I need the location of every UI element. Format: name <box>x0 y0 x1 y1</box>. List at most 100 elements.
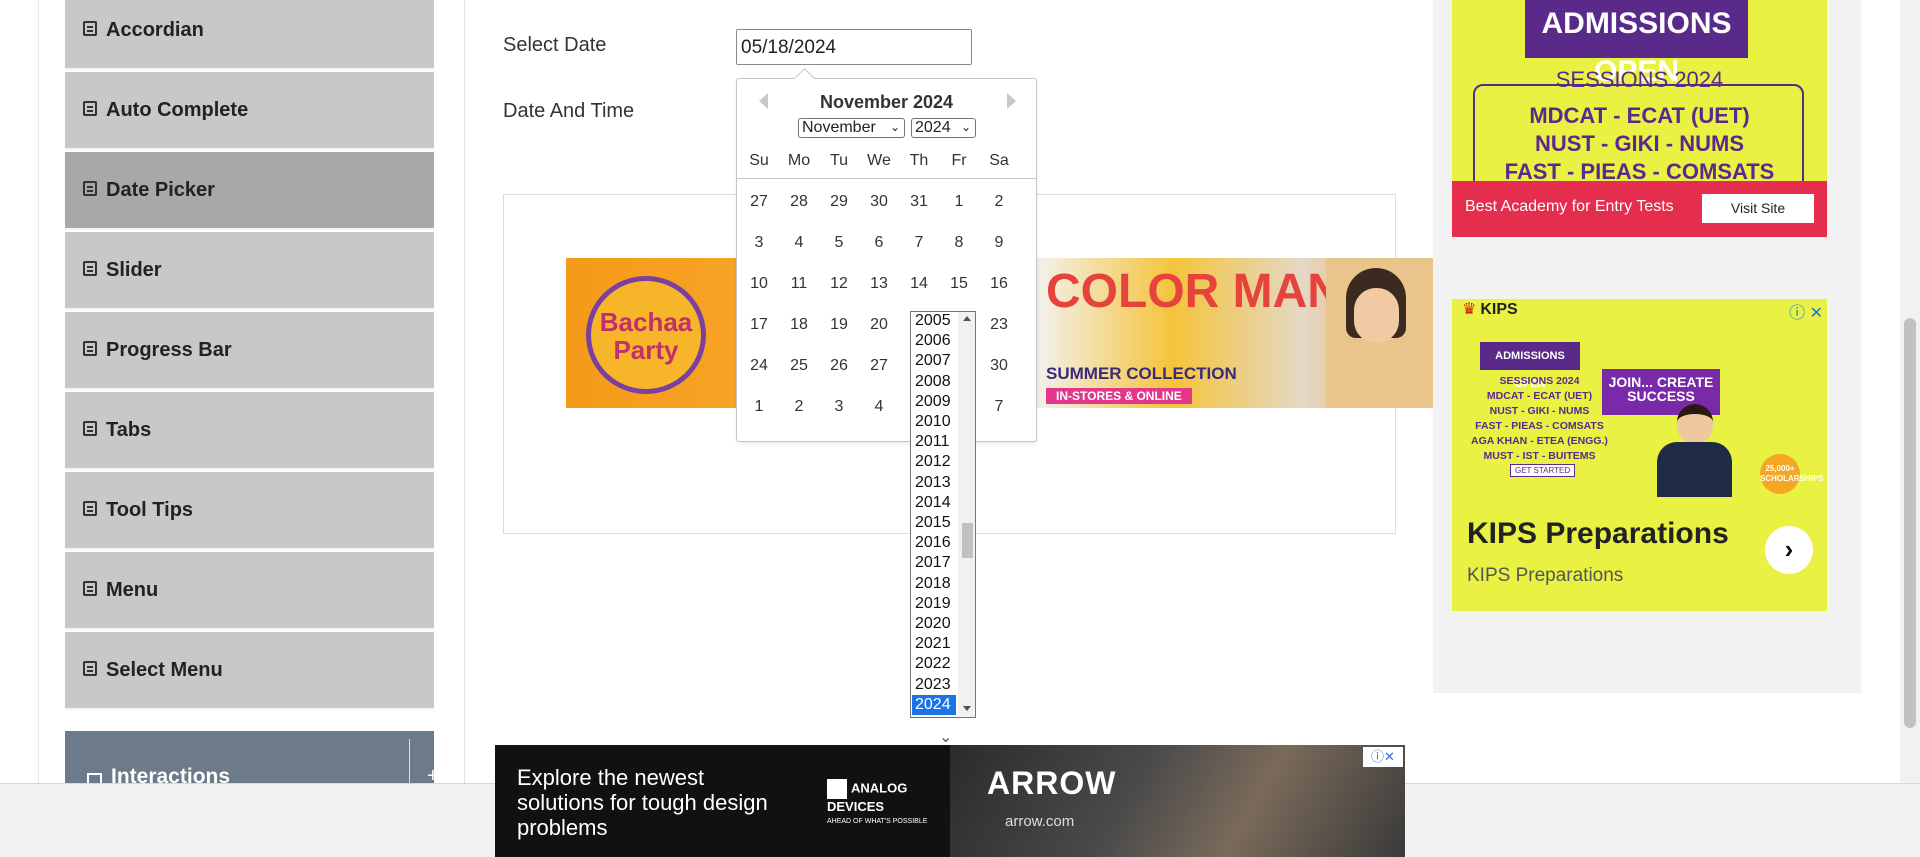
calendar-day[interactable]: 20 <box>859 316 899 334</box>
year-dropdown-list[interactable]: 2005 2006 2007 2008 2009 2010 2011 2012 2013 2014… <box>910 311 976 718</box>
calendar-day[interactable]: 3 <box>739 234 779 252</box>
day-of-week-header: Tu <box>829 152 849 169</box>
calendar-day[interactable]: 27 <box>739 193 779 211</box>
scroll-up-icon[interactable] <box>963 316 971 321</box>
calendar-day[interactable]: 9 <box>979 234 1019 252</box>
calendar-day[interactable]: 3 <box>819 398 859 416</box>
calendar-day[interactable]: 10 <box>739 275 779 293</box>
calendar-day[interactable]: 31 <box>899 193 939 211</box>
page-scrollbar[interactable] <box>1900 0 1920 783</box>
sidebar-item-accordian[interactable]: Accordian <box>65 0 434 70</box>
brand-logo-text: Bachaa Party <box>599 307 693 365</box>
page-scroll-thumb[interactable] <box>1904 318 1916 728</box>
calendar-day[interactable]: 2 <box>979 193 1019 211</box>
calendar-day[interactable]: 5 <box>819 234 859 252</box>
ad-close-icon[interactable]: ⓘ✕ <box>1363 747 1403 767</box>
ad-admissions[interactable]: ADMISSIONS OPEN SESSIONS 2024 MDCAT - EC… <box>1452 0 1827 237</box>
sidebar-item-tabs[interactable]: Tabs <box>65 392 434 470</box>
calendar-day[interactable]: 27 <box>859 357 899 375</box>
day-of-week-header: Th <box>909 152 929 169</box>
calendar-day[interactable]: 18 <box>779 316 819 334</box>
year-option[interactable]: 2023 <box>915 675 951 695</box>
sidebar-item-label: Menu <box>106 578 159 601</box>
sidebar-item-auto-complete[interactable]: Auto Complete <box>65 72 434 150</box>
calendar-day[interactable]: 29 <box>819 193 859 211</box>
calendar-day[interactable]: 1 <box>739 398 779 416</box>
next-month-icon[interactable] <box>1007 93 1016 109</box>
year-option[interactable]: 2017 <box>915 553 951 573</box>
year-option[interactable]: 2007 <box>915 351 951 371</box>
calendar-day[interactable]: 17 <box>739 316 779 334</box>
month-select[interactable]: November ⌄ <box>798 118 905 138</box>
sidebar: Accordian Auto Complete Date Picker Slid… <box>38 0 465 788</box>
year-option[interactable]: 2008 <box>915 372 951 392</box>
sidebar-item-menu[interactable]: Menu <box>65 552 434 630</box>
date-picker-popup: November 2024 November ⌄ 2024 ⌄ Su Mo Tu We… <box>736 78 1037 442</box>
sidebar-item-tool-tips[interactable]: Tool Tips <box>65 472 434 550</box>
calendar-day[interactable]: 4 <box>859 398 899 416</box>
calendar-day[interactable]: 8 <box>939 234 979 252</box>
year-option[interactable]: 2022 <box>915 654 951 674</box>
year-option[interactable]: 2024 <box>912 694 956 715</box>
year-option[interactable]: 2015 <box>915 513 951 533</box>
calendar-day[interactable]: 30 <box>859 193 899 211</box>
calendar-day[interactable]: 15 <box>939 275 979 293</box>
year-option[interactable]: 2012 <box>915 452 951 472</box>
calendar-day[interactable]: 23 <box>979 316 1019 334</box>
year-option[interactable]: 2010 <box>915 412 951 432</box>
list-icon <box>83 660 97 676</box>
sidebar-item-select-menu[interactable]: Select Menu <box>65 632 434 710</box>
ad-line: MDCAT - ECAT (UET) <box>1529 103 1750 128</box>
year-option[interactable]: 2013 <box>915 473 951 493</box>
calendar-day[interactable]: 12 <box>819 275 859 293</box>
year-option[interactable]: 2014 <box>915 493 951 513</box>
ad-line: FAST - PIEAS - COMSATS <box>1475 420 1604 432</box>
sidebar-item-date-picker[interactable]: Date Picker <box>65 152 434 230</box>
ad-admissions-tag: ADMISSIONS OPEN <box>1480 342 1580 390</box>
year-option[interactable]: 2011 <box>915 432 949 452</box>
ad-cta-bar: Best Academy for Entry Tests Visit Site <box>1452 181 1827 237</box>
sidebar-group-interactions[interactable]: Interactions + <box>65 731 439 788</box>
list-icon <box>83 420 97 436</box>
year-option[interactable]: 2018 <box>915 574 951 594</box>
calendar-day[interactable]: 16 <box>979 275 1019 293</box>
visit-site-button[interactable]: Visit Site <box>1702 194 1814 223</box>
year-option[interactable]: 2006 <box>915 331 951 351</box>
calendar-day[interactable]: 25 <box>779 357 819 375</box>
day-of-week-header: Fr <box>951 152 967 169</box>
year-option[interactable]: 2020 <box>915 614 951 634</box>
calendar-day[interactable]: 7 <box>979 398 1019 416</box>
calendar-day[interactable]: 13 <box>859 275 899 293</box>
year-option[interactable]: 2021 <box>915 634 951 654</box>
scroll-thumb[interactable] <box>962 523 973 558</box>
ad-line: MDCAT - ECAT (UET) <box>1486 390 1593 402</box>
calendar-day[interactable]: 1 <box>939 193 979 211</box>
year-option[interactable]: 2005 <box>915 312 951 331</box>
sidebar-item-label: Tabs <box>106 418 152 441</box>
calendar-day[interactable]: 28 <box>779 193 819 211</box>
calendar-day[interactable]: 24 <box>739 357 779 375</box>
year-option[interactable]: 2009 <box>915 392 951 412</box>
year-list-scrollbar[interactable] <box>958 312 975 717</box>
calendar-day[interactable]: 6 <box>859 234 899 252</box>
ad-close-icon[interactable]: ⓘ ✕ <box>1789 299 1823 323</box>
calendar-day[interactable]: 19 <box>819 316 859 334</box>
calendar-day[interactable]: 4 <box>779 234 819 252</box>
calendar-day[interactable]: 30 <box>979 357 1019 375</box>
year-option[interactable]: 2019 <box>915 594 951 614</box>
sidebar-item-slider[interactable]: Slider <box>65 232 434 310</box>
calendar-day[interactable]: 26 <box>819 357 859 375</box>
calendar-day[interactable]: 7 <box>899 234 939 252</box>
year-select[interactable]: 2024 ⌄ <box>911 118 976 138</box>
calendar-day[interactable]: 11 <box>779 275 819 293</box>
calendar-day[interactable]: 14 <box>899 275 939 293</box>
scroll-down-icon[interactable] <box>963 706 971 711</box>
sidebar-item-progress-bar[interactable]: Progress Bar <box>65 312 434 390</box>
select-date-input[interactable] <box>736 29 972 65</box>
ad-headline: ADMISSIONS OPEN <box>1525 0 1748 88</box>
chevron-right-icon[interactable]: › <box>1765 526 1813 574</box>
ad-kips[interactable]: ♛ KIPS ⓘ ✕ ADMISSIONS OPEN SESSIONS 2024 … <box>1452 299 1827 611</box>
calendar-day[interactable]: 2 <box>779 398 819 416</box>
year-option[interactable]: 2016 <box>915 533 951 553</box>
ad-bottom-banner[interactable]: Explore the newest solutions for tough d… <box>495 745 1405 857</box>
